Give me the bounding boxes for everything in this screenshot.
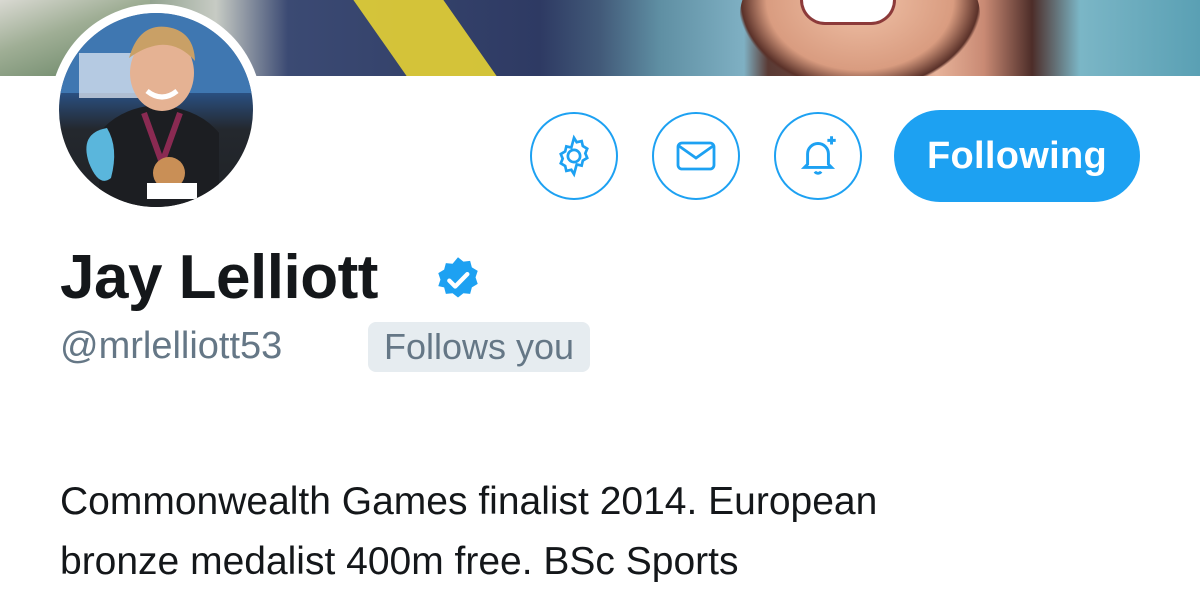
profile-bio: Commonwealth Games finalist 2014. Europe… <box>60 472 1160 592</box>
avatar-photo <box>59 13 253 207</box>
bio-line-1: Commonwealth Games finalist 2014. Europe… <box>60 480 878 523</box>
verified-badge-icon <box>438 257 478 298</box>
following-button[interactable]: Following <box>894 110 1140 202</box>
settings-button[interactable] <box>530 112 618 200</box>
bell-plus-icon <box>800 136 836 175</box>
profile-name: Jay Lelliott <box>60 243 378 312</box>
gear-icon <box>559 134 589 178</box>
bio-line-2: bronze medalist 400m free. BSc Sports <box>60 540 739 583</box>
notifications-button[interactable] <box>774 112 862 200</box>
message-button[interactable] <box>652 112 740 200</box>
profile-handle: @mrlelliott53 <box>60 325 283 367</box>
banner-smile <box>800 0 896 25</box>
banner-strap <box>353 0 497 76</box>
follows-you-badge: Follows you <box>368 322 591 372</box>
avatar[interactable] <box>50 4 262 216</box>
envelope-icon <box>676 141 716 171</box>
